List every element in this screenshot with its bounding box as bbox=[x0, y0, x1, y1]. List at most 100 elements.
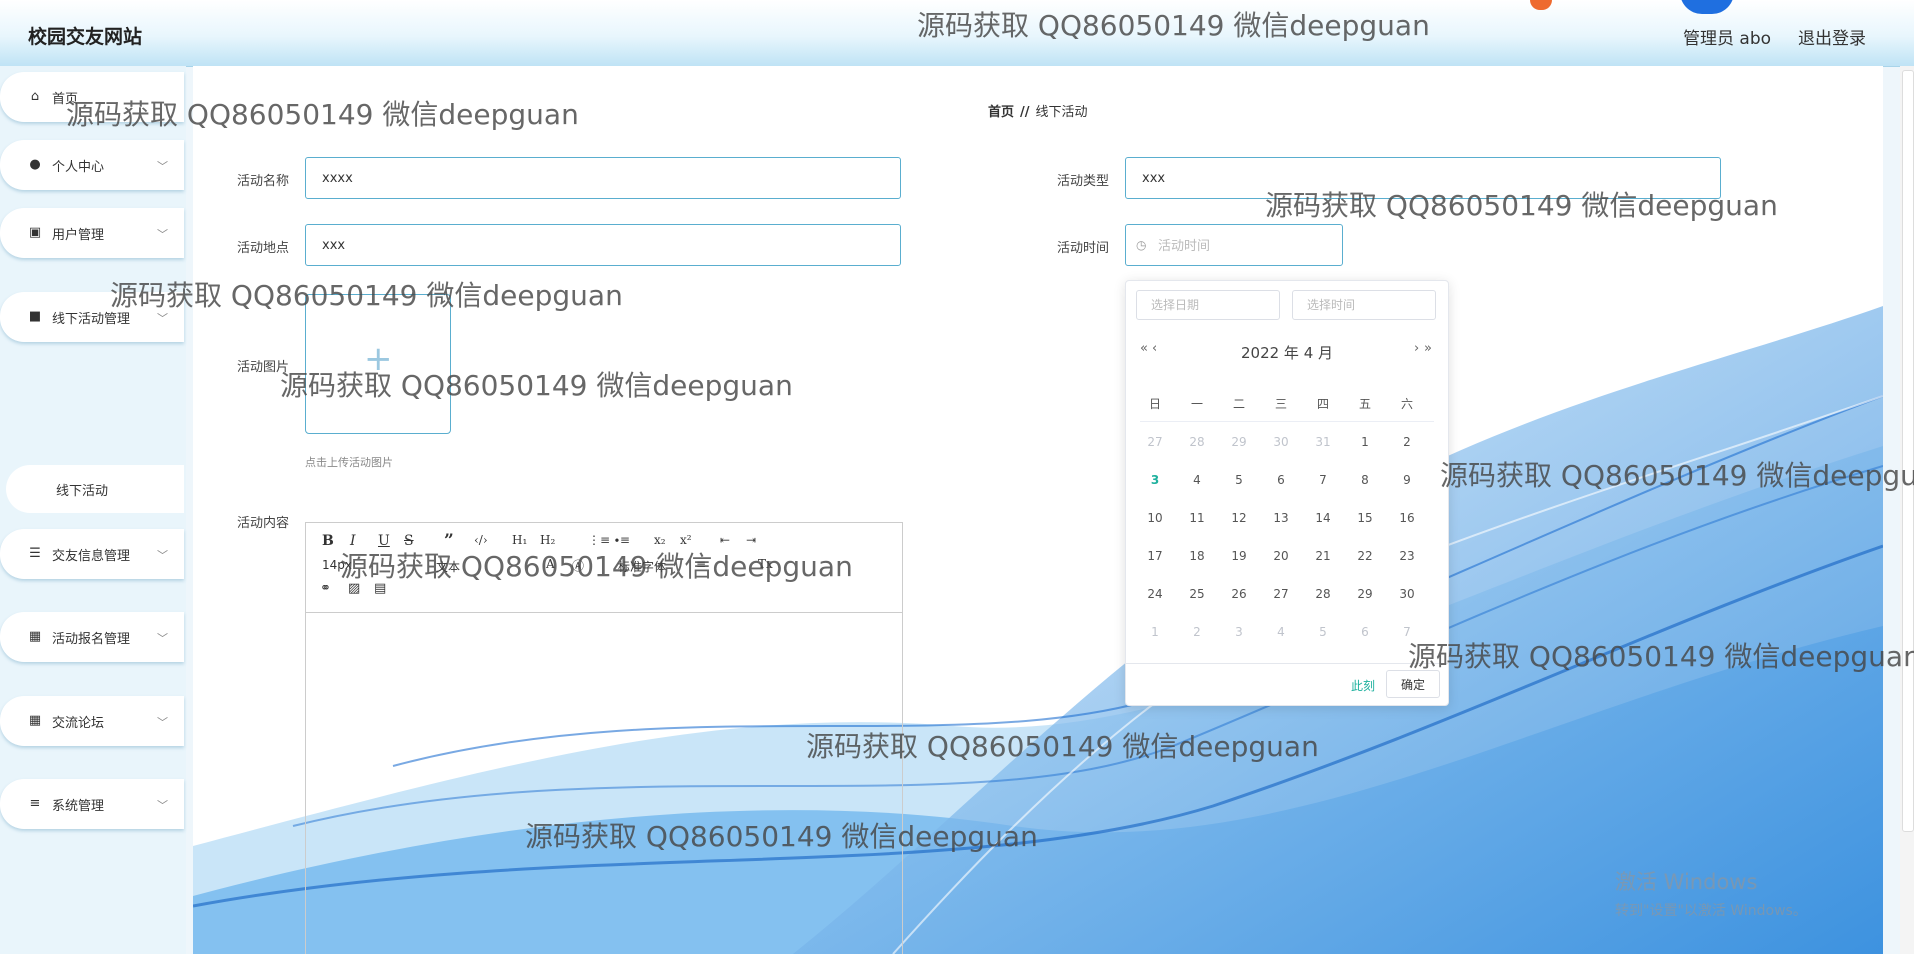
calendar-day[interactable]: 29 bbox=[1224, 435, 1254, 449]
activity-type-input[interactable] bbox=[1125, 157, 1721, 199]
sidebar-item-label: 交友信息管理 bbox=[52, 548, 131, 564]
sidebar-item-label: 线下活动管理 bbox=[52, 311, 131, 327]
calendar-day[interactable]: 10 bbox=[1140, 511, 1170, 525]
calendar-day[interactable]: 31 bbox=[1308, 435, 1338, 449]
heading2-icon[interactable]: H₂ bbox=[540, 533, 555, 547]
font-family-select[interactable]: 标准字体 bbox=[618, 558, 666, 575]
clock-icon: ◷ bbox=[1136, 238, 1147, 252]
calendar-day[interactable]: 15 bbox=[1350, 511, 1380, 525]
clear-format-icon[interactable]: Tx bbox=[758, 557, 773, 571]
confirm-button[interactable]: 确定 bbox=[1386, 670, 1440, 698]
next-year-icon[interactable]: » bbox=[1424, 341, 1432, 356]
background-color-icon[interactable]: Ⓐ bbox=[572, 557, 584, 574]
calendar-day[interactable]: 20 bbox=[1266, 549, 1296, 563]
next-month-icon[interactable]: › bbox=[1414, 341, 1419, 356]
calendar-day[interactable]: 6 bbox=[1350, 625, 1380, 639]
subscript-icon[interactable]: x₂ bbox=[654, 533, 666, 547]
heading1-icon[interactable]: H₁ bbox=[512, 533, 527, 547]
calendar-day[interactable]: 16 bbox=[1392, 511, 1422, 525]
font-size-select[interactable]: 14px bbox=[322, 558, 352, 572]
logout-link[interactable]: 退出登录 bbox=[1798, 24, 1866, 49]
calendar-day[interactable]: 29 bbox=[1350, 587, 1380, 601]
sidebar-item-system[interactable]: ≡ 系统管理 ﹀ bbox=[0, 779, 184, 829]
now-button[interactable]: 此刻 bbox=[1351, 677, 1375, 694]
calendar-day[interactable]: 8 bbox=[1350, 473, 1380, 487]
calendar-day[interactable]: 23 bbox=[1392, 549, 1422, 563]
sidebar-item-users[interactable]: ▣ 用户管理 ﹀ bbox=[0, 208, 184, 258]
font-color-icon[interactable]: A bbox=[546, 557, 555, 571]
indent-icon[interactable]: ⇥ bbox=[746, 533, 756, 547]
sidebar-item-friend-info[interactable]: ☰ 交友信息管理 ﹀ bbox=[0, 529, 184, 579]
calendar-day[interactable]: 30 bbox=[1266, 435, 1296, 449]
activity-time-input[interactable] bbox=[1156, 235, 1330, 257]
calendar-day[interactable]: 27 bbox=[1140, 435, 1170, 449]
strikethrough-icon[interactable]: S bbox=[404, 533, 414, 549]
calendar-day[interactable]: 1 bbox=[1350, 435, 1380, 449]
sidebar-item-forum[interactable]: ▦ 交流论坛 ﹀ bbox=[0, 696, 184, 746]
activity-location-input[interactable] bbox=[305, 224, 901, 266]
activity-time-field[interactable]: ◷ bbox=[1125, 224, 1343, 266]
calendar-day[interactable]: 3 bbox=[1224, 625, 1254, 639]
ordered-list-icon[interactable]: ⋮≡ bbox=[588, 533, 610, 547]
text-format-select[interactable]: 文本 bbox=[436, 558, 460, 575]
breadcrumb-home[interactable]: 首页 bbox=[988, 105, 1014, 120]
calendar-day[interactable]: 24 bbox=[1140, 587, 1170, 601]
calendar-day[interactable]: 14 bbox=[1308, 511, 1338, 525]
image-icon[interactable]: ▨ bbox=[348, 581, 360, 596]
bold-icon[interactable]: B bbox=[322, 533, 334, 549]
tray-app-icon bbox=[1530, 0, 1552, 10]
calendar-day[interactable]: 27 bbox=[1266, 587, 1296, 601]
page-scrollbar[interactable] bbox=[1900, 66, 1914, 954]
calendar-day[interactable]: 9 bbox=[1392, 473, 1422, 487]
prev-year-icon[interactable]: « bbox=[1140, 341, 1148, 356]
calendar-day[interactable]: 7 bbox=[1392, 625, 1422, 639]
calendar-day[interactable]: 5 bbox=[1224, 473, 1254, 487]
calendar-day[interactable]: 17 bbox=[1140, 549, 1170, 563]
outdent-icon[interactable]: ⇤ bbox=[720, 533, 730, 547]
video-icon[interactable]: ▤ bbox=[374, 581, 386, 596]
calendar-day[interactable]: 11 bbox=[1182, 511, 1212, 525]
code-block-icon[interactable]: ‹/› bbox=[474, 533, 488, 547]
link-icon[interactable]: ⚭ bbox=[320, 581, 331, 596]
calendar-day[interactable]: 21 bbox=[1308, 549, 1338, 563]
underline-icon[interactable]: U bbox=[378, 533, 390, 549]
sidebar-item-registration[interactable]: ▦ 活动报名管理 ﹀ bbox=[0, 612, 184, 662]
sidebar-item-offline-activity[interactable]: ■ 线下活动管理 ﹀ bbox=[0, 292, 184, 342]
calendar-day-today[interactable]: 3 bbox=[1140, 473, 1170, 487]
calendar-day[interactable]: 22 bbox=[1350, 549, 1380, 563]
calendar-day[interactable]: 1 bbox=[1140, 625, 1170, 639]
calendar-day[interactable]: 28 bbox=[1182, 435, 1212, 449]
activity-location-label: 活动地点 bbox=[237, 241, 290, 256]
sidebar-item-profile[interactable]: ● 个人中心 ﹀ bbox=[0, 140, 184, 190]
scrollbar-thumb[interactable] bbox=[1902, 70, 1914, 832]
calendar-day[interactable]: 7 bbox=[1308, 473, 1338, 487]
calendar-day[interactable]: 30 bbox=[1392, 587, 1422, 601]
image-upload-box[interactable]: + bbox=[305, 294, 451, 434]
calendar-day[interactable]: 4 bbox=[1182, 473, 1212, 487]
sidebar-item-home[interactable]: ⌂ 首页 bbox=[0, 72, 184, 122]
superscript-icon[interactable]: x² bbox=[680, 533, 692, 547]
blockquote-icon[interactable]: ” bbox=[444, 531, 454, 551]
calendar-day[interactable]: 25 bbox=[1182, 587, 1212, 601]
activity-name-input[interactable] bbox=[305, 157, 901, 199]
picker-time-input[interactable] bbox=[1292, 290, 1436, 320]
weekday-label: 四 bbox=[1316, 397, 1329, 411]
weekday-label: 一 bbox=[1190, 397, 1203, 411]
italic-icon[interactable]: I bbox=[350, 533, 356, 549]
calendar-day[interactable]: 26 bbox=[1224, 587, 1254, 601]
calendar-day[interactable]: 12 bbox=[1224, 511, 1254, 525]
calendar-day[interactable]: 2 bbox=[1392, 435, 1422, 449]
calendar-day[interactable]: 4 bbox=[1266, 625, 1296, 639]
calendar-day[interactable]: 28 bbox=[1308, 587, 1338, 601]
calendar-day[interactable]: 6 bbox=[1266, 473, 1296, 487]
prev-month-icon[interactable]: ‹ bbox=[1152, 341, 1157, 356]
calendar-day[interactable]: 13 bbox=[1266, 511, 1296, 525]
sidebar-subitem-offline-activity[interactable]: 线下活动 bbox=[6, 465, 184, 513]
align-icon[interactable]: ≡ bbox=[696, 557, 706, 571]
calendar-day[interactable]: 5 bbox=[1308, 625, 1338, 639]
bullet-list-icon[interactable]: ∙≡ bbox=[614, 533, 630, 547]
calendar-day[interactable]: 19 bbox=[1224, 549, 1254, 563]
calendar-day[interactable]: 2 bbox=[1182, 625, 1212, 639]
picker-date-input[interactable] bbox=[1136, 290, 1280, 320]
calendar-day[interactable]: 18 bbox=[1182, 549, 1212, 563]
